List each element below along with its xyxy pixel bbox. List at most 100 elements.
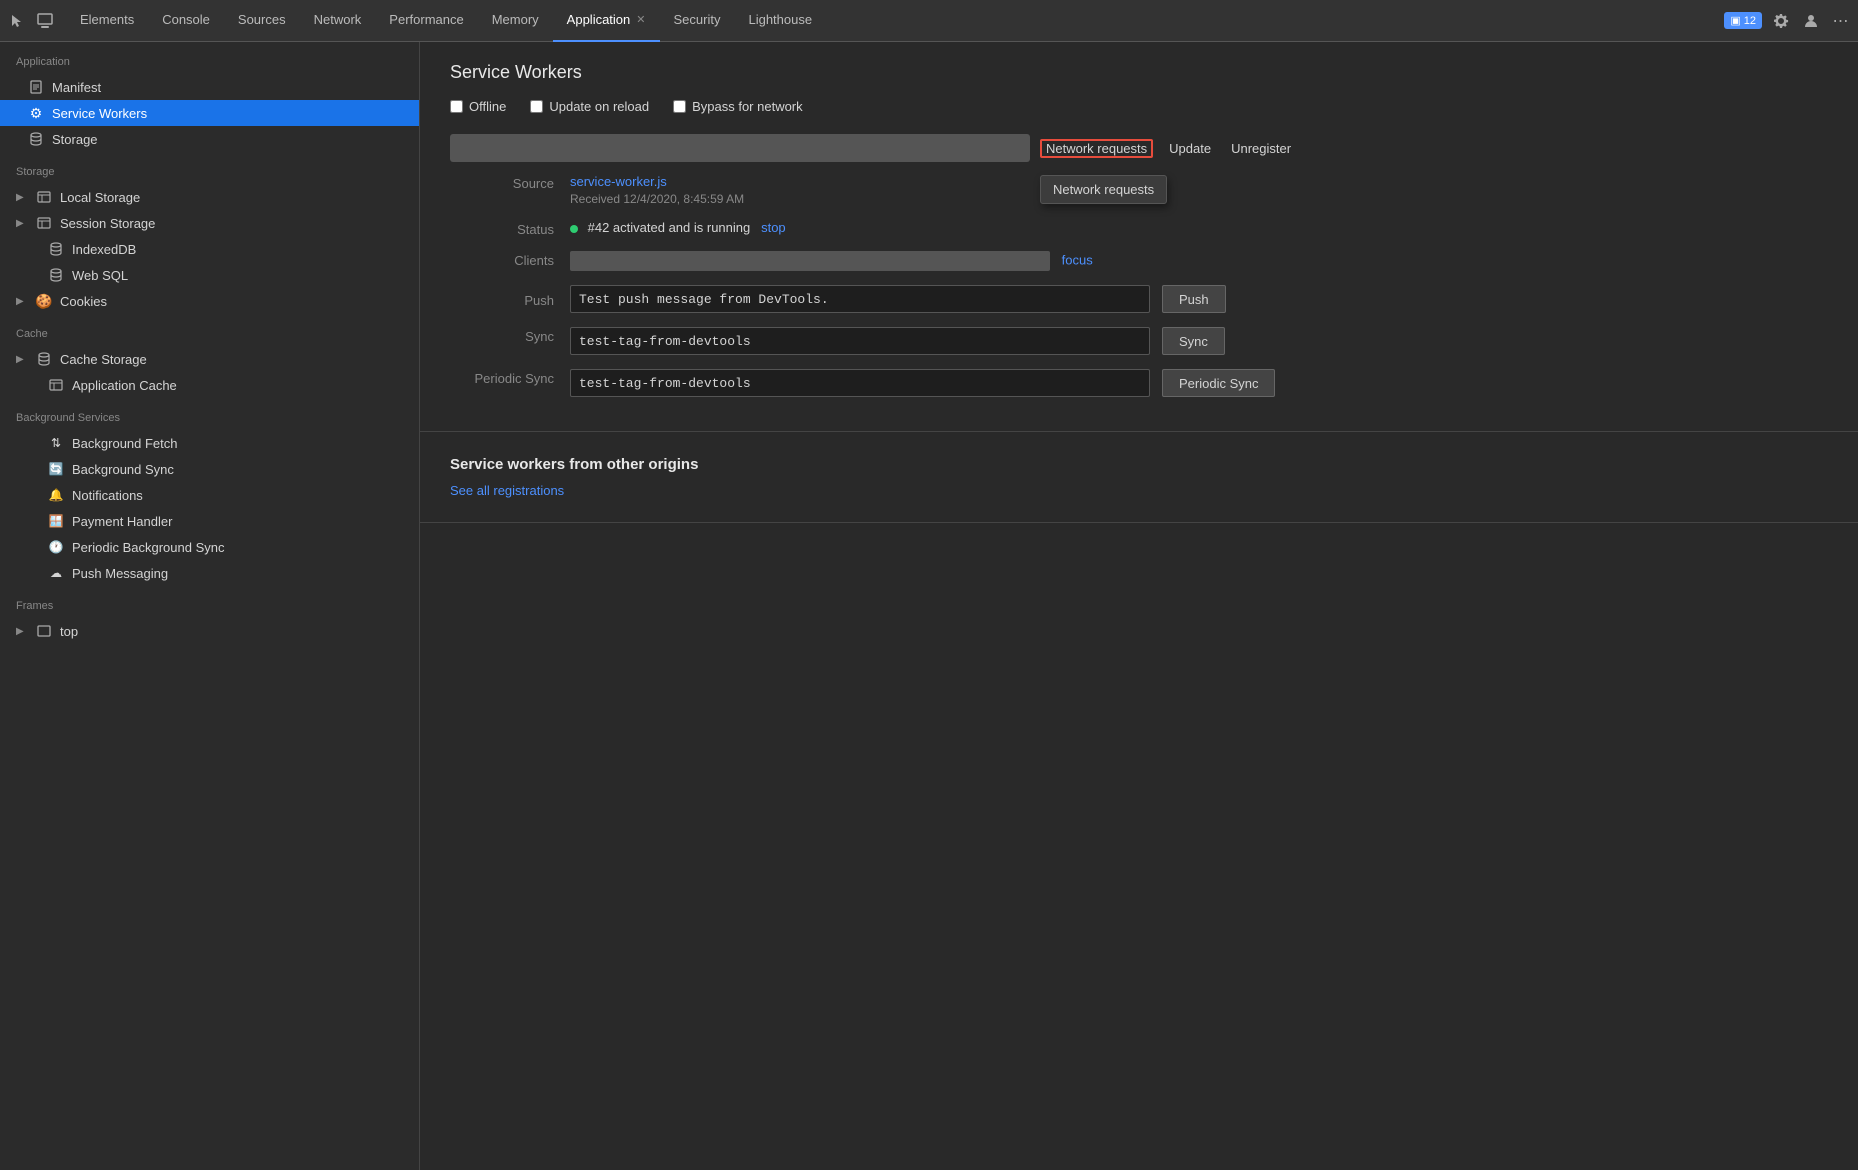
badge-count: 12: [1744, 15, 1756, 27]
sidebar-item-cache-storage[interactable]: ▶ Cache Storage: [0, 346, 419, 372]
tab-elements[interactable]: Elements: [66, 0, 148, 42]
sidebar-item-top-label: top: [60, 624, 78, 639]
sidebar-item-push-messaging[interactable]: ☁ Push Messaging: [0, 560, 419, 586]
sidebar-item-periodic-bg-sync[interactable]: 🕐 Periodic Background Sync: [0, 534, 419, 560]
bypass-for-network-option[interactable]: Bypass for network: [673, 99, 803, 114]
update-button[interactable]: Update: [1165, 139, 1215, 158]
sidebar-section-application: Application: [0, 42, 419, 74]
expand-arrow-top-icon: ▶: [16, 626, 28, 637]
sidebar-item-session-storage[interactable]: ▶ Session Storage: [0, 210, 419, 236]
source-value: service-worker.js Received 12/4/2020, 8:…: [570, 174, 1828, 206]
storage-icon: [28, 131, 44, 147]
cache-storage-icon: [36, 351, 52, 367]
sidebar-item-storage-main[interactable]: Storage: [0, 126, 419, 152]
bypass-for-network-checkbox[interactable]: [673, 100, 686, 113]
notifications-icon: 🔔: [48, 487, 64, 503]
expand-arrow-cookies-icon: ▶: [16, 296, 28, 307]
focus-link[interactable]: focus: [1062, 252, 1093, 267]
periodic-sync-button[interactable]: Periodic Sync: [1162, 369, 1275, 397]
badge[interactable]: ▣ 12: [1724, 12, 1762, 29]
tab-console[interactable]: Console: [148, 0, 224, 42]
status-dot: [570, 225, 578, 233]
sidebar-item-indexeddb[interactable]: IndexedDB: [0, 236, 419, 262]
push-input[interactable]: [570, 285, 1150, 313]
session-storage-icon: [36, 215, 52, 231]
sidebar-item-bg-sync[interactable]: 🔄 Background Sync: [0, 456, 419, 482]
settings-icon[interactable]: [1770, 10, 1792, 32]
sidebar-item-payment-handler-label: Payment Handler: [72, 514, 172, 529]
badge-icon: ▣: [1730, 14, 1740, 27]
more-icon[interactable]: ⋯: [1830, 10, 1852, 32]
offline-checkbox[interactable]: [450, 100, 463, 113]
inspect-icon[interactable]: [34, 10, 56, 32]
periodic-bg-sync-icon: 🕐: [48, 539, 64, 555]
sidebar-item-service-workers[interactable]: ⚙ Service Workers: [0, 100, 419, 126]
sync-input[interactable]: [570, 327, 1150, 355]
clients-bar: [570, 251, 1050, 271]
tab-network[interactable]: Network: [300, 0, 376, 42]
sidebar-item-top[interactable]: ▶ top: [0, 618, 419, 644]
indexeddb-icon: [48, 241, 64, 257]
update-on-reload-checkbox[interactable]: [530, 100, 543, 113]
service-workers-section: Service Workers Offline Update on reload…: [420, 42, 1858, 432]
status-row: Status #42 activated and is running stop: [450, 220, 1828, 237]
sw-details: Source service-worker.js Received 12/4/2…: [450, 174, 1828, 397]
sidebar-item-notifications[interactable]: 🔔 Notifications: [0, 482, 419, 508]
application-cache-icon: [48, 377, 64, 393]
sidebar-item-storage-label: Storage: [52, 132, 98, 147]
sw-url-row: Network requests Network requests Update…: [450, 134, 1828, 162]
tab-performance[interactable]: Performance: [375, 0, 477, 42]
update-on-reload-label: Update on reload: [549, 99, 649, 114]
sidebar-item-manifest[interactable]: Manifest: [0, 74, 419, 100]
push-button[interactable]: Push: [1162, 285, 1226, 313]
sidebar-item-bg-fetch[interactable]: ⇅ Background Fetch: [0, 430, 419, 456]
periodic-sync-input[interactable]: [570, 369, 1150, 397]
tab-lighthouse[interactable]: Lighthouse: [734, 0, 826, 42]
clients-row: Clients focus: [450, 251, 1828, 271]
periodic-sync-row: Periodic Sync Periodic Sync: [450, 369, 1828, 397]
service-workers-icon: ⚙: [28, 105, 44, 121]
clients-label: Clients: [450, 251, 570, 268]
sidebar-item-payment-handler[interactable]: 🪟 Payment Handler: [0, 508, 419, 534]
options-row: Offline Update on reload Bypass for netw…: [450, 99, 1828, 114]
tab-bar: Elements Console Sources Network Perform…: [0, 0, 1858, 42]
tab-application[interactable]: Application ✕: [553, 0, 660, 42]
sidebar-item-web-sql[interactable]: Web SQL: [0, 262, 419, 288]
see-all-registrations-link[interactable]: See all registrations: [450, 483, 564, 498]
sidebar-item-cookies-label: Cookies: [60, 294, 107, 309]
push-value: Push: [570, 285, 1828, 313]
local-storage-icon: [36, 189, 52, 205]
sync-button[interactable]: Sync: [1162, 327, 1225, 355]
unregister-button[interactable]: Unregister: [1227, 139, 1295, 158]
bg-fetch-icon: ⇅: [48, 435, 64, 451]
sidebar-section-cache: Cache: [0, 314, 419, 346]
source-link[interactable]: service-worker.js: [570, 174, 667, 189]
sidebar-item-local-storage[interactable]: ▶ Local Storage: [0, 184, 419, 210]
sidebar-section-frames: Frames: [0, 586, 419, 618]
tab-memory[interactable]: Memory: [478, 0, 553, 42]
tab-sources[interactable]: Sources: [224, 0, 300, 42]
sidebar-item-application-cache[interactable]: Application Cache: [0, 372, 419, 398]
cursor-icon[interactable]: [6, 10, 28, 32]
tab-security[interactable]: Security: [660, 0, 735, 42]
network-requests-button[interactable]: Network requests: [1040, 139, 1153, 158]
status-text: #42 activated and is running: [588, 220, 751, 235]
sidebar-item-service-workers-label: Service Workers: [52, 106, 147, 121]
bypass-for-network-label: Bypass for network: [692, 99, 803, 114]
sync-label: Sync: [450, 327, 570, 344]
sidebar-item-notifications-label: Notifications: [72, 488, 143, 503]
stop-link[interactable]: stop: [761, 220, 786, 235]
network-requests-dropdown[interactable]: Network requests: [1040, 175, 1167, 204]
sw-url-bar: [450, 134, 1030, 162]
offline-option[interactable]: Offline: [450, 99, 506, 114]
other-origins-section: Service workers from other origins See a…: [420, 432, 1858, 523]
sync-row: Sync Sync: [450, 327, 1828, 355]
sw-actions: Network requests Network requests Update…: [1040, 139, 1295, 158]
status-label: Status: [450, 220, 570, 237]
expand-arrow-cache-icon: ▶: [16, 354, 28, 365]
source-label: Source: [450, 174, 570, 191]
tab-close-icon[interactable]: ✕: [636, 13, 645, 26]
update-on-reload-option[interactable]: Update on reload: [530, 99, 649, 114]
user-icon[interactable]: [1800, 10, 1822, 32]
sidebar-item-cookies[interactable]: ▶ 🍪 Cookies: [0, 288, 419, 314]
